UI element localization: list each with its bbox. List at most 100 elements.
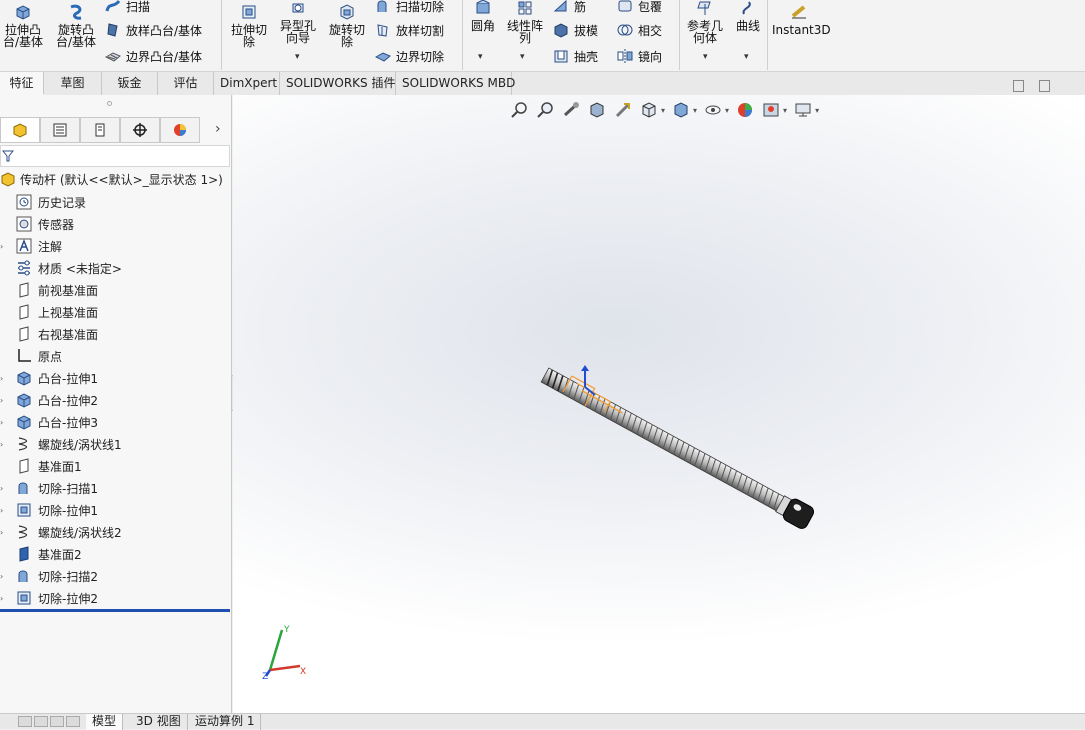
tree-item-label: 历史记录 bbox=[38, 195, 87, 210]
tree-item[interactable]: › 注解 bbox=[0, 235, 230, 257]
expand-caret-icon[interactable]: › bbox=[0, 572, 14, 581]
extrude-boss-icon bbox=[16, 5, 30, 20]
tree-item[interactable]: 基准面1 bbox=[0, 455, 230, 477]
tree-item[interactable]: › 凸台-拉伸2 bbox=[0, 389, 230, 411]
hole-wizard-dropdown-icon[interactable]: ▾ bbox=[295, 52, 300, 62]
tree-item[interactable]: 右视基准面 bbox=[0, 323, 230, 345]
tree-item[interactable]: › 螺旋线/涡状线1 bbox=[0, 433, 230, 455]
tab-motion-study[interactable]: 运动算例 1 bbox=[189, 714, 262, 730]
helix-icon bbox=[14, 435, 34, 453]
expand-caret-icon[interactable]: › bbox=[0, 396, 14, 405]
tab-model[interactable]: 模型 bbox=[86, 714, 124, 730]
graphics-area[interactable]: ▾ ▾ ▾ ▾ ▾ Y X Z bbox=[233, 95, 1085, 713]
panel-splitter-handle[interactable] bbox=[107, 101, 112, 106]
loft-cut-button[interactable]: 放样切割 bbox=[374, 20, 444, 40]
panel-left-toggle-icon[interactable] bbox=[1013, 80, 1024, 92]
feature-manager-tab[interactable] bbox=[0, 117, 40, 143]
instant3d-label: Instant3D bbox=[772, 23, 831, 37]
tree-item[interactable]: › 切除-扫描2 bbox=[0, 565, 230, 587]
curves-button[interactable]: 曲线 bbox=[731, 0, 765, 32]
draft-button[interactable]: 拔模 bbox=[552, 20, 598, 40]
mirror-button[interactable]: 镜向 bbox=[616, 46, 662, 66]
rib-label: 筋 bbox=[574, 0, 587, 14]
shell-icon bbox=[554, 50, 568, 63]
configuration-manager-icon bbox=[95, 123, 105, 137]
wrap-icon bbox=[618, 0, 632, 12]
shell-button[interactable]: 抽壳 bbox=[552, 46, 598, 66]
intersect-button[interactable]: 相交 bbox=[616, 20, 662, 40]
expand-caret-icon[interactable]: › bbox=[0, 242, 14, 251]
tab-solidworks-addins[interactable]: SOLIDWORKS 插件 bbox=[280, 72, 396, 95]
reference-geometry-button[interactable]: 参考几 何体 bbox=[683, 0, 727, 44]
expand-caret-icon[interactable]: › bbox=[0, 374, 14, 383]
tree-item[interactable]: › 凸台-拉伸3 bbox=[0, 411, 230, 433]
extrude-boss-button[interactable]: 拉伸凸 台/基体 bbox=[0, 4, 46, 48]
reference-geometry-dropdown-icon[interactable]: ▾ bbox=[703, 52, 708, 62]
expand-caret-icon[interactable]: › bbox=[0, 418, 14, 427]
sweep-cut-label: 扫描切除 bbox=[396, 0, 445, 14]
tree-item[interactable]: 材质 <未指定> bbox=[0, 257, 230, 279]
linear-pattern-button[interactable]: 线性阵 列 bbox=[503, 0, 547, 44]
extrude-cut-button[interactable]: 拉伸切 除 bbox=[226, 4, 272, 48]
expand-caret-icon[interactable]: › bbox=[0, 484, 14, 493]
boundary-boss-button[interactable]: 边界凸台/基体 bbox=[104, 46, 202, 66]
first-tab-nav-icon[interactable] bbox=[18, 716, 32, 727]
tree-item[interactable]: 基准面2 bbox=[0, 543, 230, 565]
sweep-button[interactable]: 扫描 bbox=[104, 0, 150, 16]
tree-root-part[interactable]: 传动杆 (默认<<默认>_显示状态 1>) bbox=[0, 169, 223, 189]
extrude-boss-icon bbox=[14, 413, 34, 431]
shell-label: 抽壳 bbox=[574, 49, 599, 64]
expand-caret-icon[interactable]: › bbox=[0, 440, 14, 449]
instant3d-button[interactable]: Instant3D bbox=[772, 4, 831, 37]
tree-item[interactable]: › 凸台-拉伸1 bbox=[0, 367, 230, 389]
wrap-button[interactable]: 包覆 bbox=[616, 0, 662, 16]
threaded-shaft-model[interactable] bbox=[539, 364, 815, 530]
boundary-boss-label: 边界凸台/基体 bbox=[126, 49, 203, 64]
panel-tabs-more-icon[interactable]: › bbox=[215, 121, 221, 137]
tree-item[interactable]: 历史记录 bbox=[0, 191, 230, 213]
tab-evaluate[interactable]: 评估 bbox=[158, 72, 214, 95]
tree-item[interactable]: 上视基准面 bbox=[0, 301, 230, 323]
dimxpert-manager-tab[interactable] bbox=[120, 117, 160, 143]
tab-sheet-metal[interactable]: 钣金 bbox=[102, 72, 158, 95]
tree-item[interactable]: › 切除-拉伸1 bbox=[0, 499, 230, 521]
sweep-cut-button[interactable]: 扫描切除 bbox=[374, 0, 444, 16]
pattern-dropdown-icon[interactable]: ▾ bbox=[520, 52, 525, 62]
rib-button[interactable]: 筋 bbox=[552, 0, 586, 16]
fillet-dropdown-icon[interactable]: ▾ bbox=[478, 52, 483, 62]
tab-dimxpert[interactable]: DimXpert bbox=[214, 72, 280, 95]
plane-icon bbox=[14, 325, 34, 343]
tab-features[interactable]: 特征 bbox=[0, 72, 44, 95]
tab-solidworks-mbd[interactable]: SOLIDWORKS MBD bbox=[396, 72, 515, 95]
tree-item[interactable]: 原点 bbox=[0, 345, 230, 367]
tab-sketch[interactable]: 草图 bbox=[44, 72, 102, 95]
tree-item[interactable]: › 切除-扫描1 bbox=[0, 477, 230, 499]
expand-caret-icon[interactable]: › bbox=[0, 506, 14, 515]
tree-item-label: 材质 <未指定> bbox=[38, 261, 122, 276]
configuration-manager-tab[interactable] bbox=[80, 117, 120, 143]
tree-item-label: 螺旋线/涡状线2 bbox=[38, 525, 122, 540]
tab-3d-view[interactable]: 3D 视图 bbox=[130, 714, 188, 730]
display-manager-tab[interactable] bbox=[160, 117, 200, 143]
loft-boss-button[interactable]: 放样凸台/基体 bbox=[104, 20, 202, 40]
revolve-boss-button[interactable]: 旋转凸 台/基体 bbox=[52, 4, 100, 48]
property-manager-tab[interactable] bbox=[40, 117, 80, 143]
fillet-button[interactable]: 圆角 bbox=[466, 0, 500, 32]
curves-dropdown-icon[interactable]: ▾ bbox=[744, 52, 749, 62]
expand-caret-icon[interactable]: › bbox=[0, 594, 14, 603]
expand-caret-icon[interactable]: › bbox=[0, 528, 14, 537]
tree-item[interactable]: 前视基准面 bbox=[0, 279, 230, 301]
axis-triad: Y X Z bbox=[262, 625, 306, 680]
tree-item[interactable]: 传感器 bbox=[0, 213, 230, 235]
next-tab-nav-icon[interactable] bbox=[50, 716, 64, 727]
revolve-cut-button[interactable]: 旋转切 除 bbox=[324, 4, 370, 48]
tree-item[interactable]: › 切除-拉伸2 bbox=[0, 587, 230, 609]
tree-item[interactable]: › 螺旋线/涡状线2 bbox=[0, 521, 230, 543]
prev-tab-nav-icon[interactable] bbox=[34, 716, 48, 727]
panel-right-toggle-icon[interactable] bbox=[1039, 80, 1050, 92]
boundary-cut-button[interactable]: 边界切除 bbox=[374, 46, 444, 66]
rollback-bar[interactable] bbox=[0, 609, 230, 612]
tree-filter-input[interactable] bbox=[0, 145, 230, 167]
last-tab-nav-icon[interactable] bbox=[66, 716, 80, 727]
hole-wizard-button[interactable]: 异型孔 向导 bbox=[276, 0, 320, 44]
